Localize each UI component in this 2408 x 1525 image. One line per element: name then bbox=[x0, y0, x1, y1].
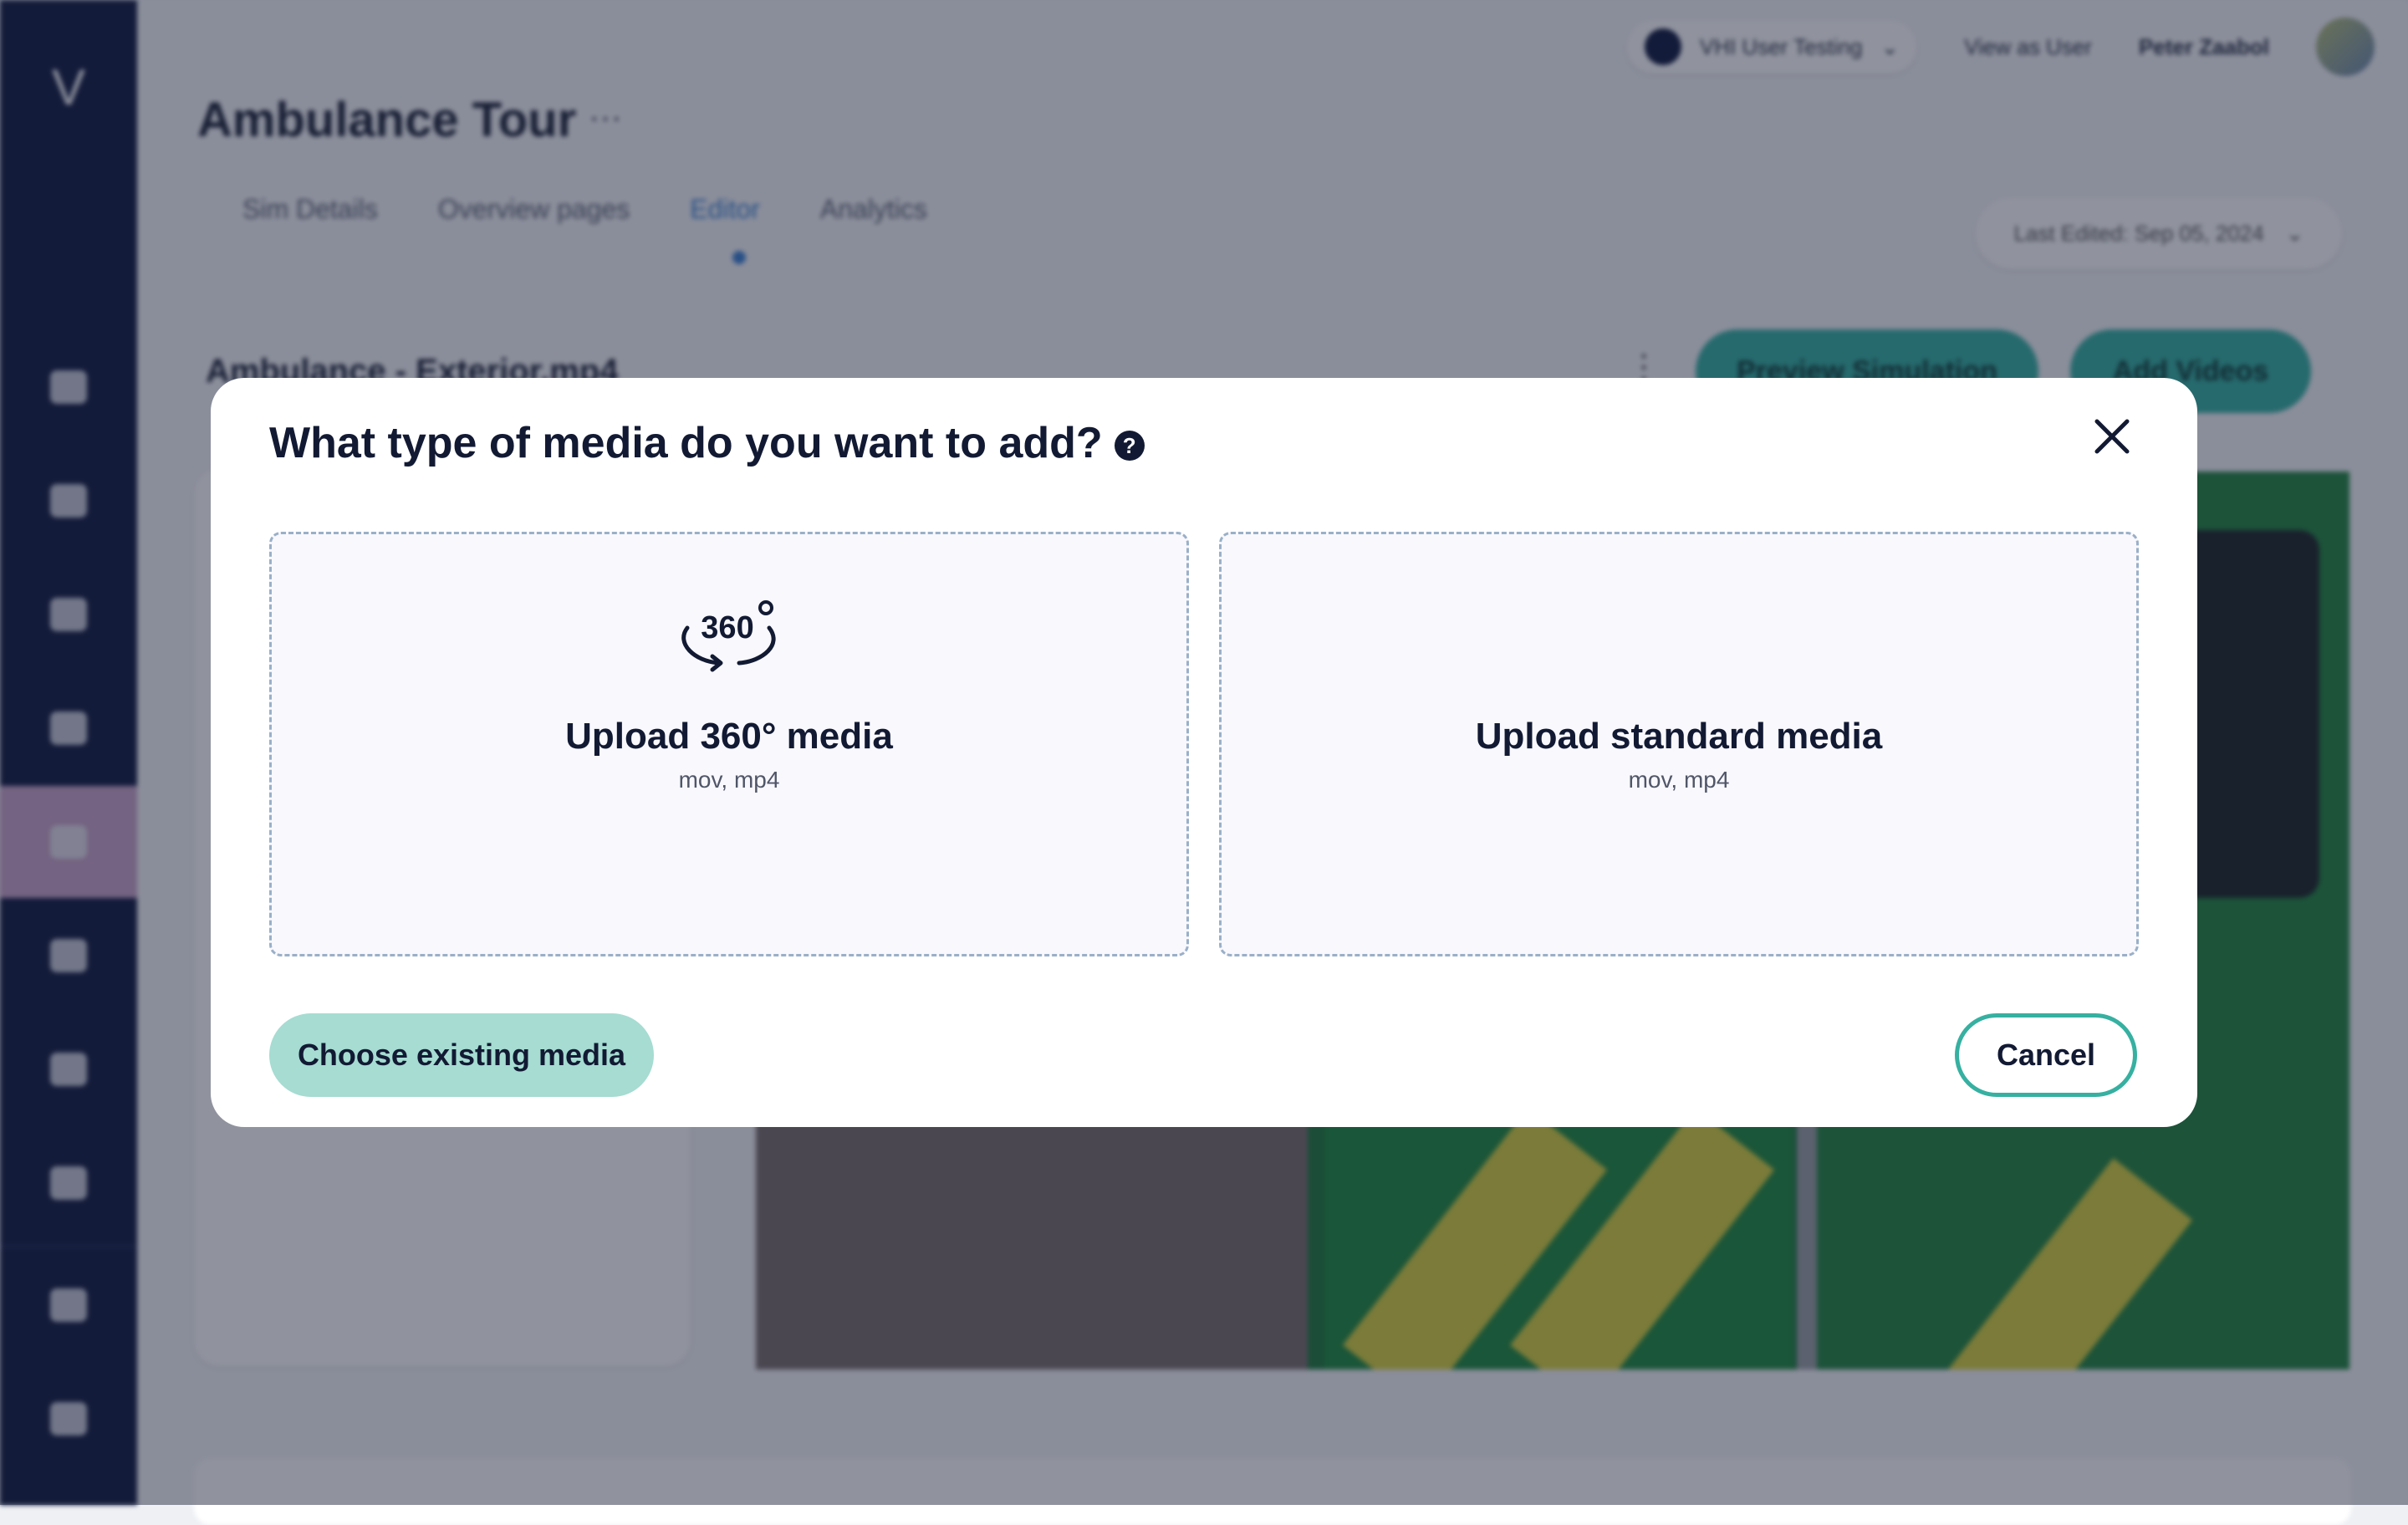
dialog-title: What type of media do you want to add? bbox=[269, 419, 1103, 467]
cancel-button[interactable]: Cancel bbox=[1955, 1013, 2137, 1097]
upload-360-title: Upload 360° media bbox=[565, 716, 893, 757]
add-media-dialog: What type of media do you want to add? ?… bbox=[211, 378, 2197, 1127]
360-icon: 360 bbox=[272, 598, 1186, 673]
close-icon bbox=[2094, 419, 2130, 454]
upload-standard-media-option[interactable]: Upload standard media mov, mp4 bbox=[1219, 532, 2139, 956]
upload-360-formats: mov, mp4 bbox=[678, 767, 780, 793]
dialog-title-row: What type of media do you want to add? ? bbox=[269, 410, 1145, 477]
360-icon-label: 360 bbox=[701, 610, 753, 645]
choose-existing-media-button[interactable]: Choose existing media bbox=[269, 1013, 654, 1097]
upload-360-media-option[interactable]: 360 Upload 360° media mov, mp4 bbox=[269, 532, 1189, 956]
upload-standard-title: Upload standard media bbox=[1475, 716, 1883, 757]
upload-standard-formats: mov, mp4 bbox=[1628, 767, 1730, 793]
close-button[interactable] bbox=[2082, 406, 2142, 467]
help-icon[interactable]: ? bbox=[1114, 431, 1145, 461]
